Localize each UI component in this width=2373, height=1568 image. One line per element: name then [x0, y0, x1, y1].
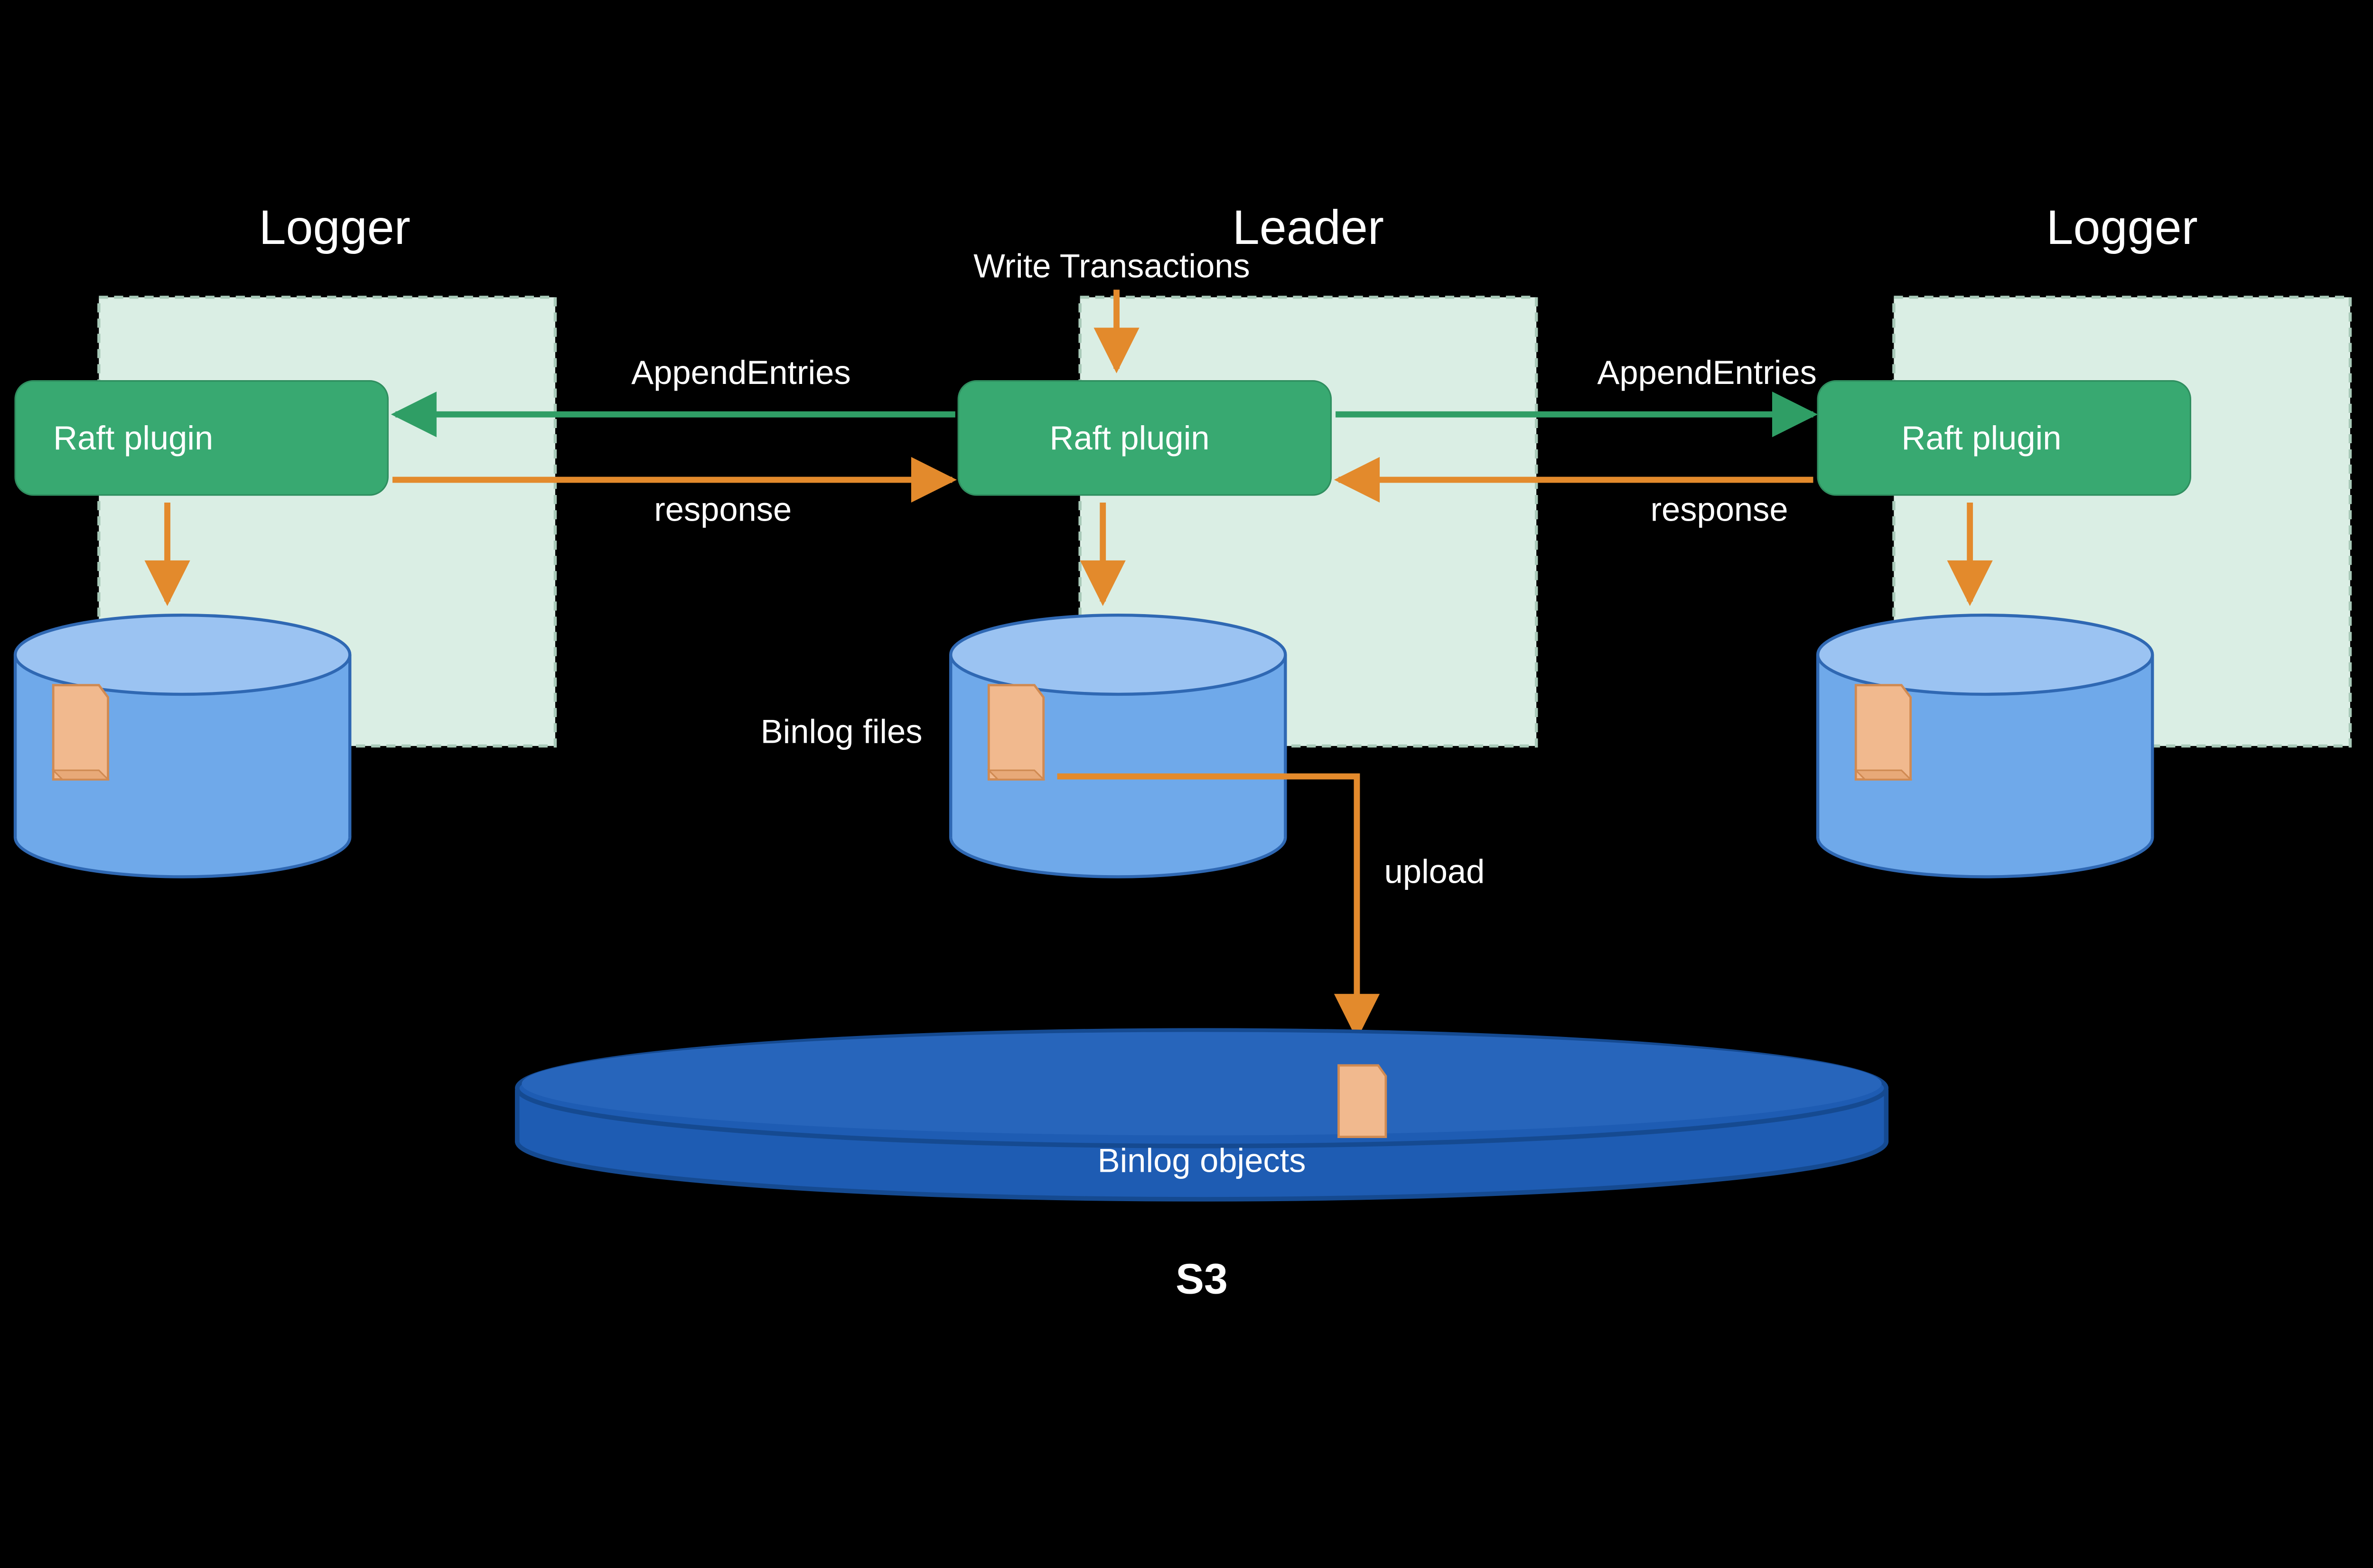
file-icon — [989, 685, 1043, 780]
s3-storage: Binlog objects — [517, 1030, 1887, 1199]
leader-title: Leader — [1233, 200, 1384, 254]
raft-plugin-mid-label: Raft plugin — [1050, 419, 1210, 457]
upload-label: upload — [1384, 852, 1485, 890]
file-icon — [1339, 1065, 1386, 1137]
write-transactions-label: Write Transactions — [973, 247, 1250, 285]
response-right-label: response — [1651, 491, 1788, 528]
logger-left-node: Logger Raft plugin — [15, 200, 555, 877]
logger-left-title: Logger — [259, 200, 410, 254]
append-right-label: AppendEntries — [1597, 354, 1816, 391]
raft-architecture-diagram: Logger Raft plugin Leader Raft plugin Wr… — [0, 0, 2373, 1568]
binlog-files-label: Binlog files — [761, 712, 923, 750]
logger-right-disk — [1818, 615, 2152, 877]
logger-right-title: Logger — [2046, 200, 2197, 254]
file-icon — [1856, 685, 1910, 780]
leader-disk — [951, 615, 1285, 877]
append-left-label: AppendEntries — [631, 354, 850, 391]
response-left-label: response — [654, 491, 792, 528]
raft-plugin-left-label: Raft plugin — [53, 419, 213, 457]
logger-right-node: Logger Raft plugin — [1818, 200, 2350, 877]
raft-plugin-right-label: Raft plugin — [1901, 419, 2061, 457]
logger-left-disk — [15, 615, 350, 877]
s3-label: S3 — [1176, 1256, 1228, 1303]
file-icon — [53, 685, 108, 780]
binlog-objects-label: Binlog objects — [1098, 1141, 1306, 1179]
